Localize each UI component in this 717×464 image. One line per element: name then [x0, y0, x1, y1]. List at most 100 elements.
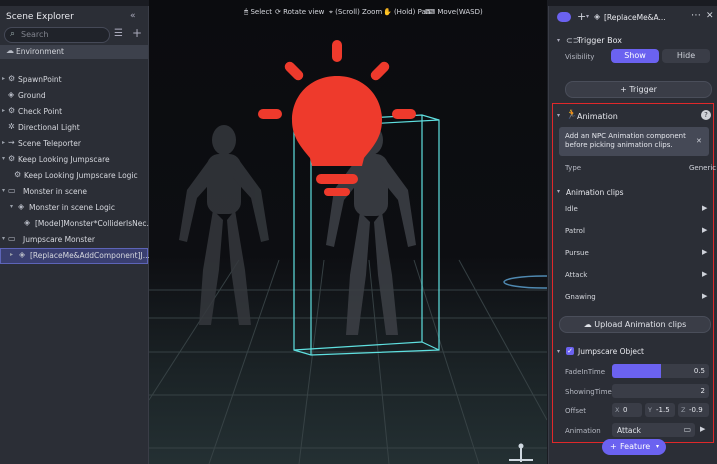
collapse-panel-icon[interactable]: « [130, 11, 136, 21]
move-tool[interactable]: ⌨ Move(WASD) [425, 8, 483, 16]
play-icon[interactable]: ▶ [702, 248, 707, 256]
show-button[interactable]: Show [611, 49, 659, 63]
chevron-right-icon[interactable]: ▸ [2, 139, 5, 146]
clip-pursue: Pursue [565, 249, 589, 257]
animation-select[interactable]: Attack ▭ [612, 423, 695, 437]
sun-icon: ✲ [8, 122, 15, 131]
animation-clips-title: Animation clips [566, 188, 624, 197]
help-icon[interactable]: ? [701, 110, 711, 120]
chevron-down-icon[interactable]: ▾ [10, 203, 13, 210]
zoom-label: (Scroll) Zoom [335, 8, 383, 16]
chevron-right-icon[interactable]: ▸ [2, 75, 5, 82]
jumpscare-object-title: Jumpscare Object [578, 347, 645, 356]
offset-x-value: 0 [623, 406, 628, 414]
chevron-down-icon[interactable]: ▾ [2, 187, 5, 194]
tree-item-directional-light[interactable]: ✲ Directional Light [0, 121, 148, 135]
chevron-down-icon[interactable]: ▾ [2, 235, 5, 242]
upload-button-label: Upload Animation clips [594, 320, 687, 329]
axis-x-label: X [615, 406, 620, 414]
play-icon[interactable]: ▶ [702, 204, 707, 212]
offset-label: Offset [565, 407, 587, 415]
pan-tool[interactable]: ✋ (Hold) Pan [383, 8, 430, 16]
rotate-view-tool[interactable]: ⟳ Rotate view [275, 8, 324, 16]
close-icon[interactable]: ✕ [696, 137, 702, 145]
add-icon[interactable]: + [577, 10, 586, 23]
search-placeholder: Search [21, 30, 49, 39]
fade-in-value: 0.5 [693, 367, 705, 375]
tree-item-monster-logic[interactable]: ▾ ◈ Monster in scene Logic [0, 201, 148, 215]
object-name: [ReplaceMe&A... [604, 13, 666, 22]
animation-value: Attack [617, 426, 641, 435]
chevron-down-icon[interactable]: ▾ [557, 37, 560, 44]
axis-z-label: Z [681, 406, 686, 414]
tree-item-ground[interactable]: ◈ Ground [0, 89, 148, 103]
feature-button[interactable]: + Feature ▾ [602, 439, 666, 455]
fade-in-label: FadeInTime [565, 368, 606, 376]
play-icon[interactable]: ▶ [702, 226, 707, 234]
tree-item-jumpscare-monster[interactable]: ▾ ▭ Jumpscare Monster [0, 233, 148, 247]
tree-item-keep-looking-logic[interactable]: ⚙ Keep Looking Jumpscare Logic [0, 169, 148, 183]
tree-item-replaceme-selected[interactable]: ▸ ◈ [ReplaceMe&AddComponent]J... [0, 248, 150, 264]
select-tool[interactable]: 🖱 Select [244, 8, 272, 17]
tree-item-label: Directional Light [18, 123, 80, 132]
play-icon[interactable]: ▶ [702, 270, 707, 278]
tree-item-label: Check Point [18, 107, 63, 116]
chevron-down-icon[interactable]: ▾ [557, 348, 560, 355]
plus-icon: + [620, 85, 630, 94]
cube-icon: ◈ [19, 250, 26, 259]
plus-icon: + [610, 442, 617, 451]
folder-icon: ▭ [8, 234, 16, 243]
axis-gizmo-icon[interactable] [501, 440, 541, 464]
tree-item-environment[interactable]: ☁ Environment [0, 45, 148, 59]
toggle-icon[interactable] [557, 12, 571, 22]
type-value[interactable]: Generic [689, 164, 716, 172]
chevron-down-icon[interactable]: ▾ [557, 112, 560, 119]
tree-item-label: [Model]Monster*ColliderIsNec... [35, 219, 154, 228]
add-icon[interactable]: + [132, 26, 142, 40]
folder-icon[interactable]: ▭ [683, 425, 691, 434]
tree-item-check-point[interactable]: ▸ ⚙ Check Point [0, 105, 148, 119]
animation-label: Animation [565, 427, 601, 435]
tree-item-label: Ground [18, 91, 46, 100]
clip-idle: Idle [565, 205, 578, 213]
chevron-down-icon[interactable]: ▾ [586, 13, 589, 20]
offset-z-input[interactable]: Z -0.9 [678, 403, 709, 417]
enable-checkbox[interactable]: ✓ [566, 347, 574, 355]
tree-item-monster-in-scene[interactable]: ▾ ▭ Monster in scene [0, 185, 148, 199]
close-icon[interactable]: ✕ [706, 11, 714, 21]
play-icon[interactable]: ▶ [700, 425, 705, 433]
inspector-panel: + ▾ ◈ [ReplaceMe&A... ⋯ ✕ ▾ ⊂⊃ Trigger B… [548, 6, 717, 464]
play-icon[interactable]: ▶ [702, 292, 707, 300]
slider-fill [612, 364, 661, 378]
more-icon[interactable]: ⋯ [691, 10, 701, 21]
animation-title: Animation [577, 112, 618, 121]
chevron-down-icon[interactable]: ▾ [656, 439, 659, 455]
notice-text: Add an NPC Animation component before pi… [565, 132, 686, 149]
notice-box: Add an NPC Animation component before pi… [559, 127, 709, 156]
gear-icon: ⚙ [8, 154, 16, 163]
search-input[interactable]: ⌕ Search [4, 27, 110, 43]
chevron-down-icon[interactable]: ▾ [2, 155, 5, 162]
tree-item-monster-model[interactable]: ◈ [Model]Monster*ColliderIsNec... [0, 217, 154, 231]
tree-item-scene-teleporter[interactable]: ▸ ⇝ Scene Teleporter [0, 137, 148, 151]
showing-time-input[interactable]: 2 [612, 384, 709, 398]
tree-item-spawnpoint[interactable]: ▸ ⚙ SpawnPoint [0, 73, 148, 87]
offset-y-input[interactable]: Y -1.5 [645, 403, 675, 417]
offset-x-input[interactable]: X 0 [612, 403, 642, 417]
tree-item-keep-looking-jumpscare[interactable]: ▾ ⚙ Keep Looking Jumpscare [0, 153, 148, 167]
tree-item-label: Monster in scene Logic [29, 203, 115, 212]
chevron-right-icon[interactable]: ▸ [2, 107, 5, 114]
folder-icon: ▭ [8, 186, 16, 195]
filter-icon[interactable]: ☰ [114, 28, 123, 39]
trigger-box-title: Trigger Box [577, 36, 623, 45]
trigger-button[interactable]: + Trigger [565, 81, 712, 98]
chevron-right-icon[interactable]: ▸ [10, 251, 13, 258]
upload-animation-clips-button[interactable]: ☁ Upload Animation clips [559, 316, 711, 333]
scene-viewport[interactable]: 🖱 Select ⟳ Rotate view ⌖ (Scroll) Zoom ✋… [149, 0, 547, 464]
fade-in-slider[interactable]: 0.5 [612, 364, 709, 378]
hide-button[interactable]: Hide [662, 49, 710, 63]
zoom-tool[interactable]: ⌖ (Scroll) Zoom [329, 8, 382, 17]
clip-gnawing: Gnawing [565, 293, 596, 301]
lightbulb-icon [258, 40, 416, 196]
chevron-down-icon[interactable]: ▾ [557, 188, 560, 195]
